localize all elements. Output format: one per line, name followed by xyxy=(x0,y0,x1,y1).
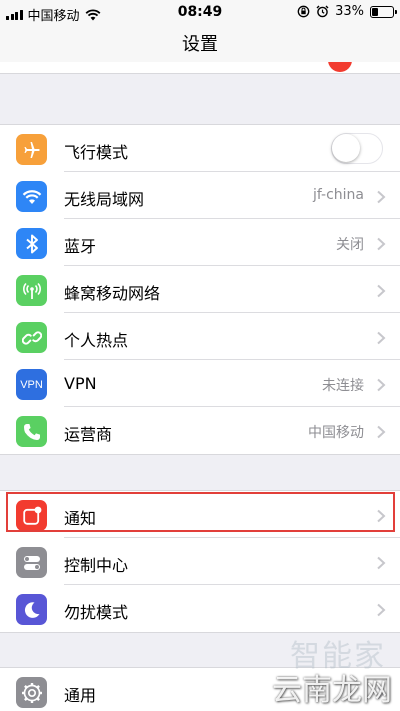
chevron-right-icon xyxy=(376,377,386,392)
chevron-right-icon xyxy=(376,424,386,439)
airplane-mode-toggle[interactable] xyxy=(331,133,383,164)
settings-row-bluetooth[interactable]: 蓝牙 关闭 xyxy=(0,219,400,266)
settings-row-label: 通用 xyxy=(64,686,97,705)
vpn-icon: VPN xyxy=(16,369,47,400)
chevron-right-icon xyxy=(376,555,386,570)
nav-bar: 设置 xyxy=(0,26,400,66)
settings-row-dnd[interactable]: 勿扰模式 xyxy=(0,585,400,632)
wifi-icon xyxy=(16,181,47,212)
settings-row-label: 个人热点 xyxy=(64,331,129,350)
chevron-right-icon xyxy=(376,189,386,204)
gear-icon xyxy=(16,677,47,708)
chevron-right-icon xyxy=(376,602,386,617)
settings-row-vpn[interactable]: VPN VPN 未连接 xyxy=(0,360,400,407)
settings-row-label: 蓝牙 xyxy=(64,237,97,256)
settings-group-system: 通知控制中心勿扰模式 xyxy=(0,490,400,633)
settings-row-label: 勿扰模式 xyxy=(64,603,129,622)
settings-group-network: 飞行模式无线局域网 jf-china 蓝牙 关闭蜂窝移动网络 个人热点 VPN VPN 未连接… xyxy=(0,124,400,455)
bluetooth-icon xyxy=(16,228,47,259)
scrolled-row-peek xyxy=(0,62,400,74)
chevron-right-icon xyxy=(376,283,386,298)
settings-row-airplane[interactable]: 飞行模式 xyxy=(0,125,400,172)
settings-row-label: VPN xyxy=(64,374,97,393)
cellular-icon xyxy=(16,275,47,306)
icon-text: VPN xyxy=(20,378,43,391)
settings-row-value: 关闭 xyxy=(336,237,364,253)
rotation-lock-icon xyxy=(297,5,310,18)
chevron-right-icon xyxy=(376,236,386,251)
notifications-icon xyxy=(16,500,47,531)
battery-percent: 33% xyxy=(335,4,364,19)
settings-row-value: jf-china xyxy=(312,187,364,203)
settings-row-carrier[interactable]: 运营商 中国移动 xyxy=(0,407,400,454)
chevron-right-icon xyxy=(376,508,386,523)
settings-row-label: 蜂窝移动网络 xyxy=(64,284,161,303)
phone-icon xyxy=(16,416,47,447)
settings-row-label: 通知 xyxy=(64,509,97,528)
battery-icon xyxy=(370,5,397,18)
moon-icon xyxy=(16,594,47,625)
settings-row-label: 无线局域网 xyxy=(64,190,145,209)
settings-row-value: 中国移动 xyxy=(308,425,364,441)
settings-row-notifications[interactable]: 通知 xyxy=(0,491,400,538)
chevron-right-icon xyxy=(376,330,386,345)
settings-row-control-center[interactable]: 控制中心 xyxy=(0,538,400,585)
watermark: 云南龙网 xyxy=(272,673,392,708)
settings-row-label: 飞行模式 xyxy=(64,143,129,162)
control-center-icon xyxy=(16,547,47,578)
hotspot-icon xyxy=(16,322,47,353)
alarm-icon xyxy=(316,5,329,18)
settings-row-cellular[interactable]: 蜂窝移动网络 xyxy=(0,266,400,313)
page-title: 设置 xyxy=(182,34,218,55)
settings-row-value: 未连接 xyxy=(322,378,364,394)
settings-row-label: 运营商 xyxy=(64,425,113,444)
toggle-knob xyxy=(332,134,360,162)
settings-row-label: 控制中心 xyxy=(64,556,129,575)
status-bar: 中国移动 08:49 33% xyxy=(0,0,400,26)
settings-row-wifi[interactable]: 无线局域网 jf-china xyxy=(0,172,400,219)
badge-icon xyxy=(328,62,352,72)
airplane-icon xyxy=(16,134,47,165)
settings-row-hotspot[interactable]: 个人热点 xyxy=(0,313,400,360)
status-right: 33% xyxy=(297,4,397,19)
